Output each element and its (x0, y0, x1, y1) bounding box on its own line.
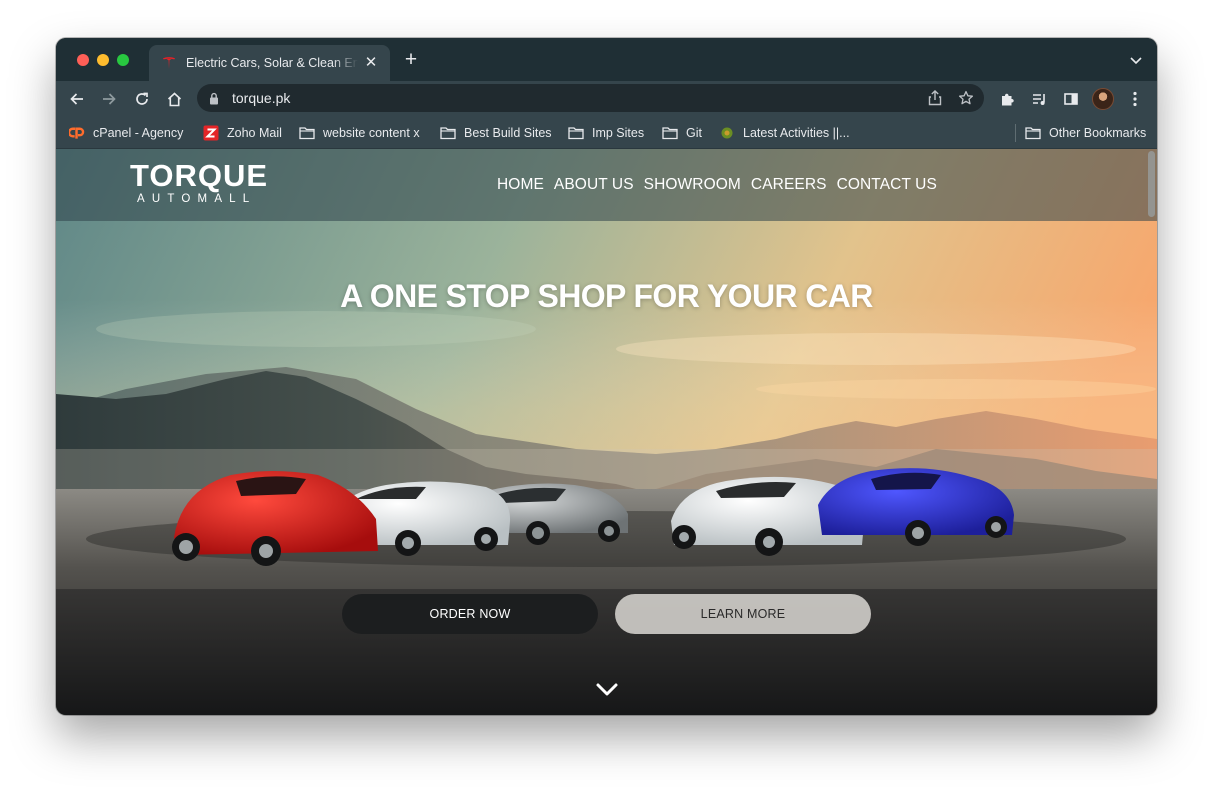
bookmarks-bar: cPanel - Agency Zoho Mail website conten… (56, 116, 1157, 149)
home-icon (167, 91, 181, 106)
bookmark-label: Zoho Mail (227, 126, 282, 140)
forward-button[interactable] (97, 87, 121, 111)
reload-button[interactable] (130, 87, 154, 111)
bookmark-latest-activities[interactable]: Latest Activities ||... (719, 123, 850, 143)
tab-search-chevron-icon[interactable] (1129, 53, 1143, 67)
side-panel-icon (1064, 93, 1078, 105)
site-header: TORQUE AUTOMALL HOME ABOUT US SHOWROOM C… (56, 149, 1157, 221)
nav-contact-us[interactable]: CONTACT US (837, 176, 937, 194)
nav-showroom[interactable]: SHOWROOM (644, 176, 741, 194)
back-button[interactable] (65, 87, 89, 111)
tesla-icon (161, 55, 177, 71)
bookmark-folder-best-build-sites[interactable]: Best Build Sites (440, 123, 552, 143)
folder-icon (1025, 125, 1041, 141)
bookmark-folder-git[interactable]: Git (662, 123, 702, 143)
bookmark-label: cPanel - Agency (93, 126, 184, 140)
bookmark-label: Git (686, 126, 702, 140)
bookmark-zoho-mail[interactable]: Zoho Mail (203, 123, 282, 143)
nav-careers[interactable]: CAREERS (751, 176, 827, 194)
address-bar[interactable]: torque.pk (197, 84, 984, 112)
bookmark-cpanel[interactable]: cPanel - Agency (69, 123, 183, 143)
cpanel-icon (69, 125, 85, 141)
profile-button[interactable] (1091, 87, 1115, 111)
avatar (1092, 88, 1114, 110)
lock-icon[interactable] (209, 91, 221, 105)
page-scrollbar[interactable] (1148, 151, 1155, 217)
home-button[interactable] (162, 87, 186, 111)
torque-automall-logo[interactable]: TORQUE AUTOMALL (130, 158, 269, 207)
tab-close-icon[interactable]: ✕ (362, 54, 380, 72)
bookmark-label: Imp Sites (592, 126, 645, 140)
more-vertical-icon (1133, 91, 1137, 107)
bookmark-folder-website-content[interactable]: website content x (299, 123, 420, 143)
browser-tab-active[interactable]: Electric Cars, Solar & Clean Energy | Te… (149, 45, 390, 81)
minimize-window-button[interactable] (97, 54, 109, 66)
browser-window: Electric Cars, Solar & Clean Energy | Te… (56, 38, 1157, 715)
folder-icon (299, 125, 315, 141)
site-icon (719, 125, 735, 141)
maximize-window-button[interactable] (117, 54, 129, 66)
logo-subtitle: AUTOMALL (137, 193, 257, 205)
bookmark-label: Other Bookmarks (1049, 126, 1147, 140)
scroll-down-chevron-icon[interactable] (595, 682, 619, 698)
browser-menu-button[interactable] (1123, 87, 1147, 111)
folder-icon (662, 125, 678, 141)
main-nav: HOME ABOUT US SHOWROOM CAREERS CONTACT U… (497, 176, 937, 194)
side-panel-button[interactable] (1059, 87, 1083, 111)
close-window-button[interactable] (77, 54, 89, 66)
bookmark-label: Latest Activities ||... (743, 126, 850, 140)
bookmark-other-bookmarks[interactable]: Other Bookmarks (1025, 123, 1146, 143)
web-page: TORQUE AUTOMALL HOME ABOUT US SHOWROOM C… (56, 149, 1157, 715)
reload-icon (136, 92, 148, 105)
hero-background-image (56, 149, 1157, 715)
bookmark-star-icon[interactable] (957, 89, 975, 107)
puzzle-icon (1001, 93, 1014, 105)
bookmark-label: Best Build Sites (464, 126, 552, 140)
media-control-button[interactable] (1027, 87, 1051, 111)
tab-strip: Electric Cars, Solar & Clean Energy | Te… (56, 38, 1157, 81)
folder-icon (440, 125, 456, 141)
folder-icon (568, 125, 584, 141)
browser-toolbar: torque.pk (56, 81, 1157, 116)
nav-home[interactable]: HOME (497, 176, 544, 194)
share-icon[interactable] (926, 89, 944, 107)
tab-title: Electric Cars, Solar & Clean Energy | Te… (186, 56, 358, 70)
zoho-icon (203, 125, 219, 141)
extensions-button[interactable] (995, 87, 1019, 111)
bookmark-folder-imp-sites[interactable]: Imp Sites (568, 123, 644, 143)
order-now-button[interactable]: ORDER NOW (342, 594, 598, 634)
hero-title: A ONE STOP SHOP FOR YOUR CAR (340, 278, 873, 314)
new-tab-button[interactable]: + (401, 49, 421, 70)
playlist-icon (1032, 93, 1045, 105)
bookmarks-divider (1015, 124, 1016, 142)
bookmark-label: website content x (323, 126, 420, 140)
logo-wordmark: TORQUE (130, 158, 269, 193)
nav-about-us[interactable]: ABOUT US (554, 176, 634, 194)
learn-more-button[interactable]: LEARN MORE (615, 594, 871, 634)
arrow-left-icon (70, 93, 83, 105)
url-text[interactable]: torque.pk (232, 90, 290, 106)
arrow-right-icon (103, 93, 116, 105)
